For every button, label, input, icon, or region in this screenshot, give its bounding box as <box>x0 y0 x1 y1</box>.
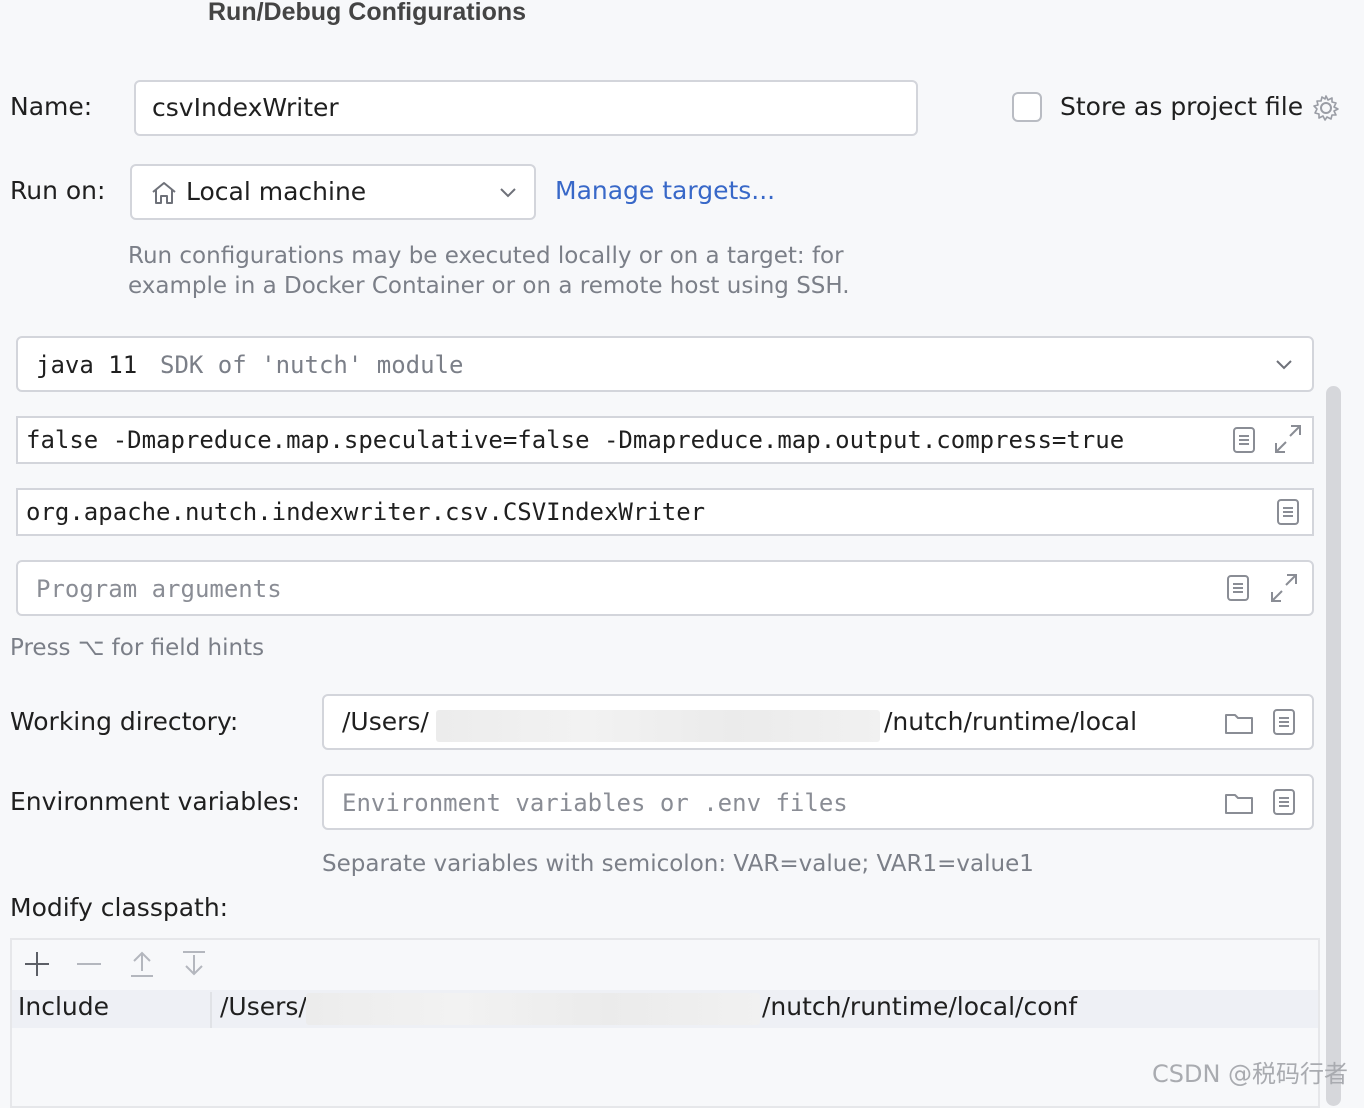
environment-variables-input[interactable]: Environment variables or .env files <box>322 774 1314 830</box>
working-directory-input[interactable]: /Users/ /nutch/runtime/local <box>322 694 1314 750</box>
run-on-hint-line2: example in a Docker Container or on a re… <box>128 273 850 299</box>
vm-options-input[interactable]: false -Dmapreduce.map.speculative=false … <box>16 416 1314 464</box>
document-icon[interactable] <box>1232 426 1256 454</box>
expand-icon[interactable] <box>1268 571 1300 605</box>
document-icon[interactable] <box>1272 788 1296 816</box>
scrollbar[interactable] <box>1326 386 1341 1106</box>
name-input[interactable]: csvIndexWriter <box>134 80 918 136</box>
gear-icon[interactable] <box>1311 93 1341 123</box>
store-project-checkbox[interactable] <box>1012 92 1042 122</box>
name-input-value: csvIndexWriter <box>152 93 339 122</box>
expand-icon[interactable] <box>1272 422 1304 456</box>
run-on-label: Run on: <box>10 176 106 205</box>
move-up-icon[interactable] <box>128 949 156 979</box>
folder-icon[interactable] <box>1224 790 1254 816</box>
name-label: Name: <box>10 92 93 121</box>
chevron-down-icon <box>1276 360 1292 370</box>
jdk-version: java 11 <box>36 351 138 379</box>
chevron-down-icon <box>500 188 516 198</box>
document-icon[interactable] <box>1276 498 1300 526</box>
working-directory-label: Working directory: <box>10 707 239 736</box>
manage-targets-link[interactable]: Manage targets... <box>555 176 775 205</box>
document-icon[interactable] <box>1272 708 1296 736</box>
store-project-label: Store as project file <box>1060 92 1304 121</box>
working-directory-suffix: /nutch/runtime/local <box>884 707 1138 736</box>
watermark: CSDN @税码行者 <box>1152 1060 1349 1088</box>
dialog-title: Run/Debug Configurations <box>208 0 527 26</box>
program-arguments-input[interactable]: Program arguments <box>16 560 1314 616</box>
document-icon[interactable] <box>1226 574 1250 602</box>
folder-icon[interactable] <box>1224 710 1254 736</box>
environment-variables-hint: Separate variables with semicolon: VAR=v… <box>322 851 1034 877</box>
main-class-value: org.apache.nutch.indexwriter.csv.CSVInde… <box>26 498 706 526</box>
add-icon[interactable] <box>22 949 52 979</box>
modify-classpath-label: Modify classpath: <box>10 893 229 922</box>
redacted-path <box>436 710 880 742</box>
classpath-path-suffix: /nutch/runtime/local/conf <box>762 992 1078 1021</box>
environment-variables-label: Environment variables: <box>10 787 300 816</box>
field-hints: Press ⌥ for field hints <box>10 635 265 661</box>
program-arguments-placeholder: Program arguments <box>36 575 282 603</box>
classpath-type: Include <box>18 992 110 1021</box>
environment-variables-placeholder: Environment variables or .env files <box>342 789 848 817</box>
run-on-hint-line1: Run configurations may be executed local… <box>128 243 844 269</box>
main-class-input[interactable]: org.apache.nutch.indexwriter.csv.CSVInde… <box>16 488 1314 536</box>
working-directory-prefix: /Users/ <box>342 707 429 736</box>
jdk-detail: SDK of 'nutch' module <box>160 351 464 379</box>
run-on-value: Local machine <box>186 177 367 206</box>
classpath-path-prefix: /Users/ <box>220 992 307 1021</box>
vm-options-value: false -Dmapreduce.map.speculative=false … <box>26 426 1125 454</box>
move-down-icon[interactable] <box>180 949 208 979</box>
home-icon <box>152 182 176 204</box>
run-on-dropdown[interactable]: Local machine <box>130 164 536 220</box>
remove-icon[interactable] <box>74 949 104 979</box>
column-divider <box>210 992 212 1028</box>
jdk-dropdown[interactable]: java 11 SDK of 'nutch' module <box>16 336 1314 392</box>
redacted-path <box>306 993 760 1025</box>
